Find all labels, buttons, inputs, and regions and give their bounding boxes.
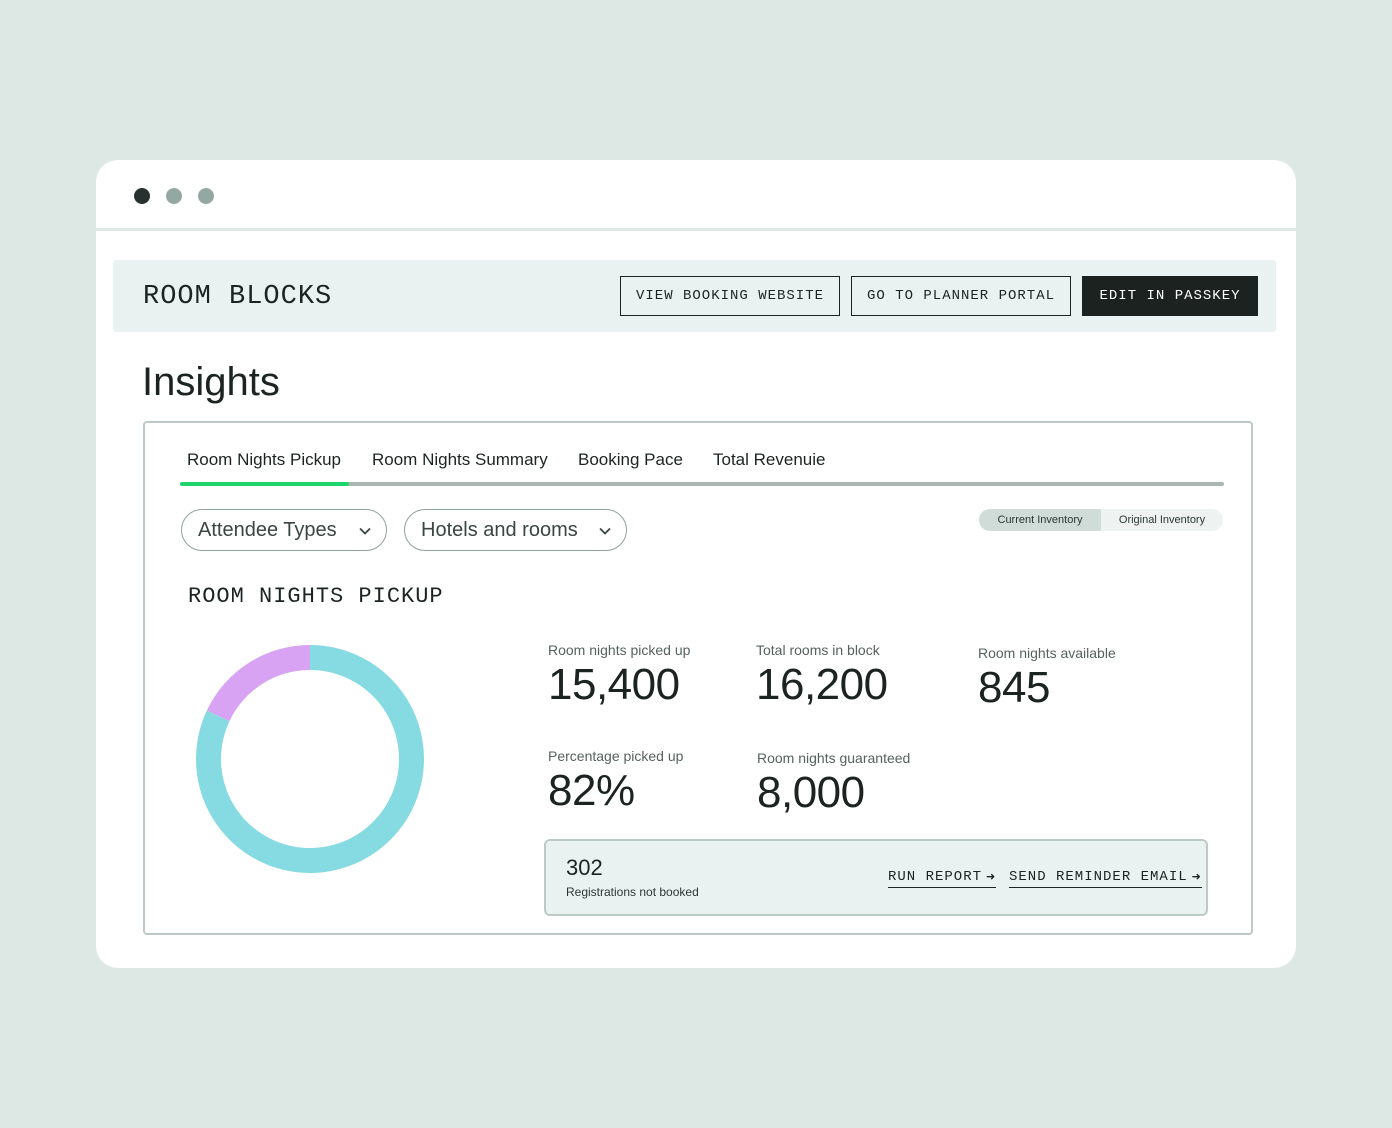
stat-label: Percentage picked up — [548, 748, 684, 764]
hotels-and-rooms-dropdown[interactable]: Hotels and rooms — [404, 509, 627, 551]
attendee-types-label: Attendee Types — [198, 518, 337, 541]
stat-label: Room nights guaranteed — [757, 750, 911, 766]
chevron-down-icon — [599, 527, 611, 535]
stat-value: 845 — [978, 663, 1050, 712]
run-report-label: RUN REPORT — [888, 869, 983, 885]
stat-value: 15,400 — [548, 660, 680, 709]
tab-booking-pace[interactable]: Booking Pace — [578, 450, 683, 470]
page-header: ROOM BLOCKS VIEW BOOKING WEBSITE GO TO P… — [113, 260, 1276, 332]
stat-room-nights-guaranteed: Room nights guaranteed 8,000 — [757, 750, 910, 818]
window-maximize-dot[interactable] — [198, 188, 214, 204]
tab-room-nights-summary[interactable]: Room Nights Summary — [372, 450, 548, 470]
window-minimize-dot[interactable] — [166, 188, 182, 204]
stat-value: 8,000 — [757, 768, 865, 817]
chevron-down-icon — [359, 527, 371, 535]
tab-total-revenue[interactable]: Total Revenuie — [713, 450, 825, 470]
insights-panel: Room Nights Pickup Room Nights Summary B… — [143, 421, 1253, 935]
donut-slice-1 — [206, 645, 310, 722]
attendee-types-dropdown[interactable]: Attendee Types — [181, 509, 387, 551]
stat-value: 16,200 — [756, 660, 888, 709]
section-title: ROOM NIGHTS PICKUP — [188, 584, 444, 609]
page-title: Insights — [142, 360, 280, 404]
send-reminder-email-label: SEND REMINDER EMAIL — [1009, 869, 1188, 885]
app-window: ROOM BLOCKS VIEW BOOKING WEBSITE GO TO P… — [96, 160, 1296, 968]
original-inventory-option[interactable]: Original Inventory — [1101, 509, 1223, 531]
stat-room-nights-available: Room nights available 845 — [978, 645, 1116, 713]
stat-value: 82% — [548, 766, 635, 815]
stat-label: Room nights picked up — [548, 642, 691, 658]
go-to-planner-portal-button[interactable]: GO TO PLANNER PORTAL — [851, 276, 1071, 316]
tab-room-nights-pickup[interactable]: Room Nights Pickup — [187, 450, 341, 470]
view-booking-website-button[interactable]: VIEW BOOKING WEBSITE — [620, 276, 840, 316]
window-titlebar — [96, 160, 1296, 231]
stat-label: Room nights available — [978, 645, 1116, 661]
registrations-callout: 302 Registrations not booked RUN REPORT ➜… — [544, 839, 1208, 916]
hotels-and-rooms-label: Hotels and rooms — [421, 518, 578, 541]
stat-label: Total rooms in block — [756, 642, 880, 658]
window-close-dot[interactable] — [134, 188, 150, 204]
send-reminder-email-link[interactable]: SEND REMINDER EMAIL ➜ — [1009, 869, 1202, 888]
stat-percentage-picked-up: Percentage picked up 82% — [548, 748, 683, 816]
pickup-donut-chart — [196, 645, 424, 873]
registrations-label: Registrations not booked — [566, 885, 699, 899]
inventory-toggle: Current Inventory Original Inventory — [979, 509, 1223, 531]
registrations-count: 302 — [566, 855, 603, 880]
edit-in-passkey-button[interactable]: EDIT IN PASSKEY — [1082, 276, 1258, 316]
stat-total-rooms-in-block: Total rooms in block 16,200 — [756, 642, 888, 710]
current-inventory-option[interactable]: Current Inventory — [979, 509, 1101, 531]
arrow-right-icon: ➜ — [1191, 870, 1202, 883]
arrow-right-icon: ➜ — [986, 870, 997, 883]
stat-room-nights-picked-up: Room nights picked up 15,400 — [548, 642, 690, 710]
active-tab-indicator — [180, 482, 349, 486]
header-title: ROOM BLOCKS — [143, 282, 333, 312]
run-report-link[interactable]: RUN REPORT ➜ — [888, 869, 997, 888]
